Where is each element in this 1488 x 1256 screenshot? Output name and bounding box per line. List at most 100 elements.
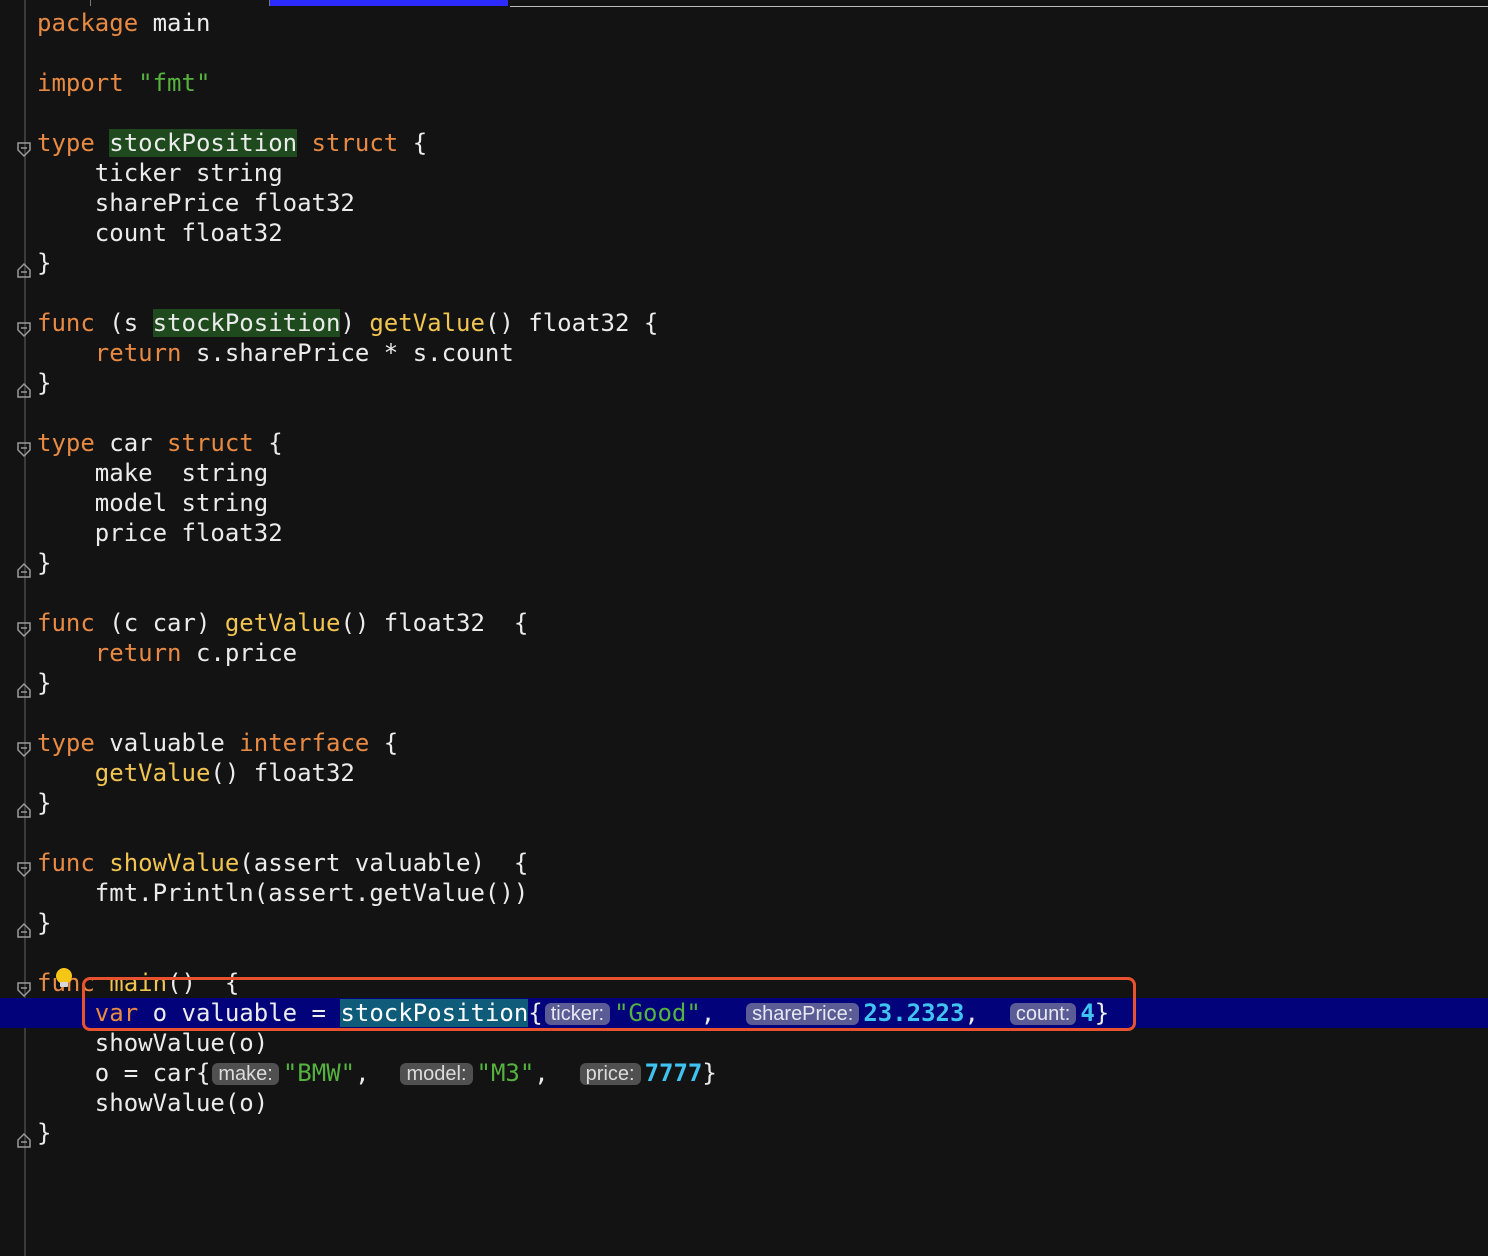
code-text: type stockPosition struct { [37,128,427,158]
code-text: } [37,788,51,818]
code-line[interactable]: type valuable interface { [0,728,1488,758]
code-line[interactable]: type stockPosition struct { [0,128,1488,158]
code-text: getValue() float32 [37,758,355,788]
code-line[interactable]: func showValue(assert valuable) { [0,848,1488,878]
fold-close-icon[interactable] [17,555,31,578]
code-line[interactable]: } [0,548,1488,578]
lightbulb-icon[interactable] [54,967,74,989]
code-line[interactable]: } [0,248,1488,278]
code-text: o = car{make: "BMW", model: "M3", price: 77… [37,1058,717,1088]
code-line[interactable]: return s.sharePrice * s.count [0,338,1488,368]
token-hl-teal: stockPosition [340,999,529,1027]
token: price float32 [37,519,283,547]
code-text: } [37,548,51,578]
code-line[interactable]: type car struct { [0,428,1488,458]
fold-close-icon[interactable] [17,375,31,398]
code-line[interactable]: showValue(o) [0,1028,1488,1058]
token: (s [94,309,153,337]
code-line[interactable]: count float32 [0,218,1488,248]
token-kw: func [37,849,95,877]
token: showValue(o) [37,1089,269,1117]
fold-open-icon[interactable] [17,135,31,158]
parameter-hint: ticker: [544,1003,611,1025]
code-text: showValue(o) [37,1088,268,1118]
code-line[interactable]: getValue() float32 [0,758,1488,788]
token: fmt.Println(assert.getValue()) [37,879,529,907]
token-kw: return [94,339,182,367]
token-str: "fmt" [138,69,211,97]
token: c.price [181,639,298,667]
fold-open-icon[interactable] [17,735,31,758]
code-line[interactable]: } [0,788,1488,818]
fold-close-icon[interactable] [17,795,31,818]
code-line[interactable]: func (c car) getValue() float32 { [0,608,1488,638]
code-line[interactable]: func (s stockPosition) getValue() float3… [0,308,1488,338]
code-line[interactable] [0,578,1488,608]
code-line[interactable]: } [0,1118,1488,1148]
token: { [369,729,399,757]
token: s.sharePrice * s.count [181,339,514,367]
fold-close-icon[interactable] [17,675,31,698]
token-kw: return [94,639,182,667]
code-line[interactable]: package main [0,8,1488,38]
token: main [138,9,211,37]
token: model string [37,489,269,517]
code-line[interactable]: price float32 [0,518,1488,548]
token: } [37,549,52,577]
code-line[interactable]: sharePrice float32 [0,188,1488,218]
code-line[interactable]: o = car{make: "BMW", model: "M3", price: 77… [0,1058,1488,1088]
token: valuable [94,729,240,757]
fold-open-icon[interactable] [17,615,31,638]
code-line-current[interactable]: var o valuable = stockPosition{ticker: "G… [0,998,1488,1028]
fold-close-icon[interactable] [17,915,31,938]
code-line[interactable] [0,278,1488,308]
fold-open-icon[interactable] [17,435,31,458]
code-line[interactable]: func main() { [0,968,1488,998]
code-line[interactable]: ticker string [0,158,1488,188]
code-text: func showValue(assert valuable) { [37,848,528,878]
code-editor[interactable]: package main import "fmt" type stockPositi… [0,8,1488,1256]
editor-tab-active[interactable] [270,0,508,6]
code-line[interactable]: fmt.Println(assert.getValue()) [0,878,1488,908]
code-line[interactable]: } [0,368,1488,398]
fold-open-icon[interactable] [17,975,31,998]
code-text: make string [37,458,268,488]
code-line[interactable]: import "fmt" [0,68,1488,98]
parameter-hint: sharePrice: [746,1003,860,1025]
code-text: } [37,368,51,398]
code-text: ticker string [37,158,283,188]
code-line[interactable]: model string [0,488,1488,518]
tab-bar-border [510,6,1488,7]
fold-close-icon[interactable] [17,1125,31,1148]
token: showValue(o) [37,1029,269,1057]
code-line[interactable] [0,98,1488,128]
token: } [37,1119,52,1147]
code-text: } [37,248,51,278]
token: , [964,999,1008,1027]
code-line[interactable]: showValue(o) [0,1088,1488,1118]
token: (assert valuable) { [239,849,529,877]
code-text: showValue(o) [37,1028,268,1058]
code-line[interactable]: } [0,668,1488,698]
token-kw: type [37,429,95,457]
fold-open-icon[interactable] [17,855,31,878]
code-line[interactable] [0,698,1488,728]
fold-close-icon[interactable] [17,255,31,278]
code-line[interactable]: make string [0,458,1488,488]
code-line[interactable] [0,38,1488,68]
token-fn: getValue [369,309,485,337]
token-kw: var [94,999,139,1027]
editor-tab-bar [0,0,1488,8]
code-line[interactable] [0,398,1488,428]
code-line[interactable] [0,938,1488,968]
fold-open-icon[interactable] [17,315,31,338]
editor-tab[interactable] [90,0,270,6]
token: make string [37,459,269,487]
code-line[interactable]: return c.price [0,638,1488,668]
code-line[interactable] [0,818,1488,848]
token: } [37,249,52,277]
code-line[interactable]: } [0,908,1488,938]
